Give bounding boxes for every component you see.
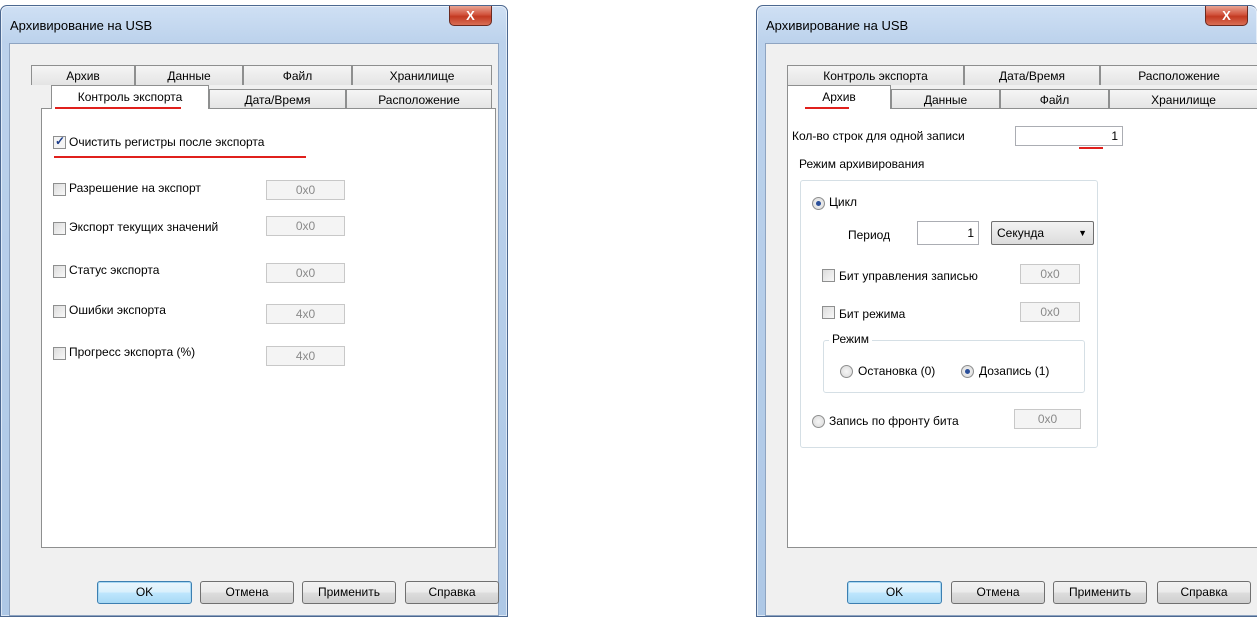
tab-location[interactable]: Расположение (346, 89, 492, 109)
period-unit-select[interactable]: Секунда ▼ (991, 221, 1094, 245)
export-current-values-label: Экспорт текущих значений (69, 220, 219, 234)
archive-panel: Кол-во строк для одной записи 1 Режим ар… (787, 108, 1257, 548)
stop-radio[interactable] (840, 365, 853, 378)
ok-button[interactable]: OK (97, 581, 192, 604)
clear-registers-checkbox[interactable] (53, 134, 66, 149)
mode-sub-label: Режим (829, 332, 872, 346)
stop-label: Остановка (0) (858, 364, 936, 378)
export-permission-label: Разрешение на экспорт (69, 181, 201, 195)
period-label: Период (848, 228, 891, 242)
period-input[interactable]: 1 (917, 221, 979, 245)
archive-usb-dialog-archive: Архивирование на USB X Контроль экспорта… (756, 5, 1257, 617)
mode-bit-checkbox[interactable] (822, 306, 835, 319)
period-unit-value: Секунда (997, 226, 1045, 240)
cancel-button[interactable]: Отмена (200, 581, 294, 604)
apply-button[interactable]: Применить (1053, 581, 1147, 604)
help-button[interactable]: Справка (405, 581, 499, 604)
close-icon: X (1222, 8, 1231, 23)
apply-button[interactable]: Применить (302, 581, 396, 604)
help-button[interactable]: Справка (1157, 581, 1251, 604)
export-errors-label: Ошибки экспорта (69, 303, 166, 317)
clear-registers-label: Очистить регистры после экспорта (69, 135, 265, 149)
export-current-values-checkbox[interactable] (53, 222, 66, 235)
edge-record-address[interactable]: 0x0 (1014, 409, 1081, 429)
control-bit-address[interactable]: 0x0 (1020, 264, 1080, 284)
export-permission-address[interactable]: 0x0 (266, 180, 345, 200)
tab-date-time[interactable]: Дата/Время (964, 65, 1100, 85)
export-progress-address[interactable]: 4x0 (266, 346, 345, 366)
ok-button[interactable]: OK (847, 581, 942, 604)
mode-bit-address[interactable]: 0x0 (1020, 302, 1080, 322)
dialog-title: Архивирование на USB (10, 18, 153, 33)
cycle-radio[interactable] (812, 197, 825, 210)
export-errors-checkbox[interactable] (53, 305, 66, 318)
dialog-title: Архивирование на USB (766, 18, 909, 33)
close-icon: X (466, 8, 475, 23)
export-current-values-address[interactable]: 0x0 (266, 216, 345, 236)
tab-file[interactable]: Файл (243, 65, 352, 85)
archive-mode-label: Режим архивирования (799, 157, 925, 171)
edge-record-radio[interactable] (812, 415, 825, 428)
chevron-down-icon: ▼ (1078, 228, 1087, 238)
rows-per-record-label: Кол-во строк для одной записи (792, 129, 965, 143)
control-bit-checkbox[interactable] (822, 269, 835, 282)
tab-archive[interactable]: Архив (787, 85, 891, 109)
close-button[interactable]: X (449, 6, 492, 26)
annotation-underline (54, 156, 306, 158)
mode-bit-label: Бит режима (839, 307, 906, 321)
export-progress-checkbox[interactable] (53, 347, 66, 360)
annotation-underline (1079, 147, 1103, 149)
export-status-checkbox[interactable] (53, 265, 66, 278)
tab-export-control[interactable]: Контроль экспорта (51, 85, 209, 109)
archive-usb-dialog-export-control: Архивирование на USB X Архив Данные Файл… (0, 5, 508, 617)
export-status-address[interactable]: 0x0 (266, 263, 345, 283)
export-status-label: Статус экспорта (69, 263, 160, 277)
tab-data[interactable]: Данные (135, 65, 243, 85)
export-progress-label: Прогресс экспорта (%) (69, 345, 196, 359)
tab-location[interactable]: Расположение (1100, 65, 1257, 85)
tab-storage[interactable]: Хранилище (1109, 89, 1257, 109)
tab-data[interactable]: Данные (891, 89, 1000, 109)
export-permission-checkbox[interactable] (53, 183, 66, 196)
control-bit-label: Бит управления записью (839, 269, 978, 283)
tab-archive[interactable]: Архив (31, 65, 135, 85)
tab-date-time[interactable]: Дата/Время (209, 89, 346, 109)
export-control-panel: Очистить регистры после экспорта Разреше… (41, 108, 496, 548)
cancel-button[interactable]: Отмена (951, 581, 1045, 604)
tab-file[interactable]: Файл (1000, 89, 1109, 109)
append-radio[interactable] (961, 365, 974, 378)
append-label: Дозапись (1) (979, 364, 1050, 378)
export-errors-address[interactable]: 4x0 (266, 304, 345, 324)
tab-export-control[interactable]: Контроль экспорта (787, 65, 964, 85)
annotation-underline (805, 107, 849, 109)
tab-storage[interactable]: Хранилище (352, 65, 492, 85)
edge-record-label: Запись по фронту бита (829, 414, 959, 428)
cycle-label: Цикл (829, 195, 857, 209)
rows-per-record-input[interactable]: 1 (1015, 126, 1123, 146)
close-button[interactable]: X (1205, 6, 1248, 26)
annotation-underline (55, 107, 181, 109)
